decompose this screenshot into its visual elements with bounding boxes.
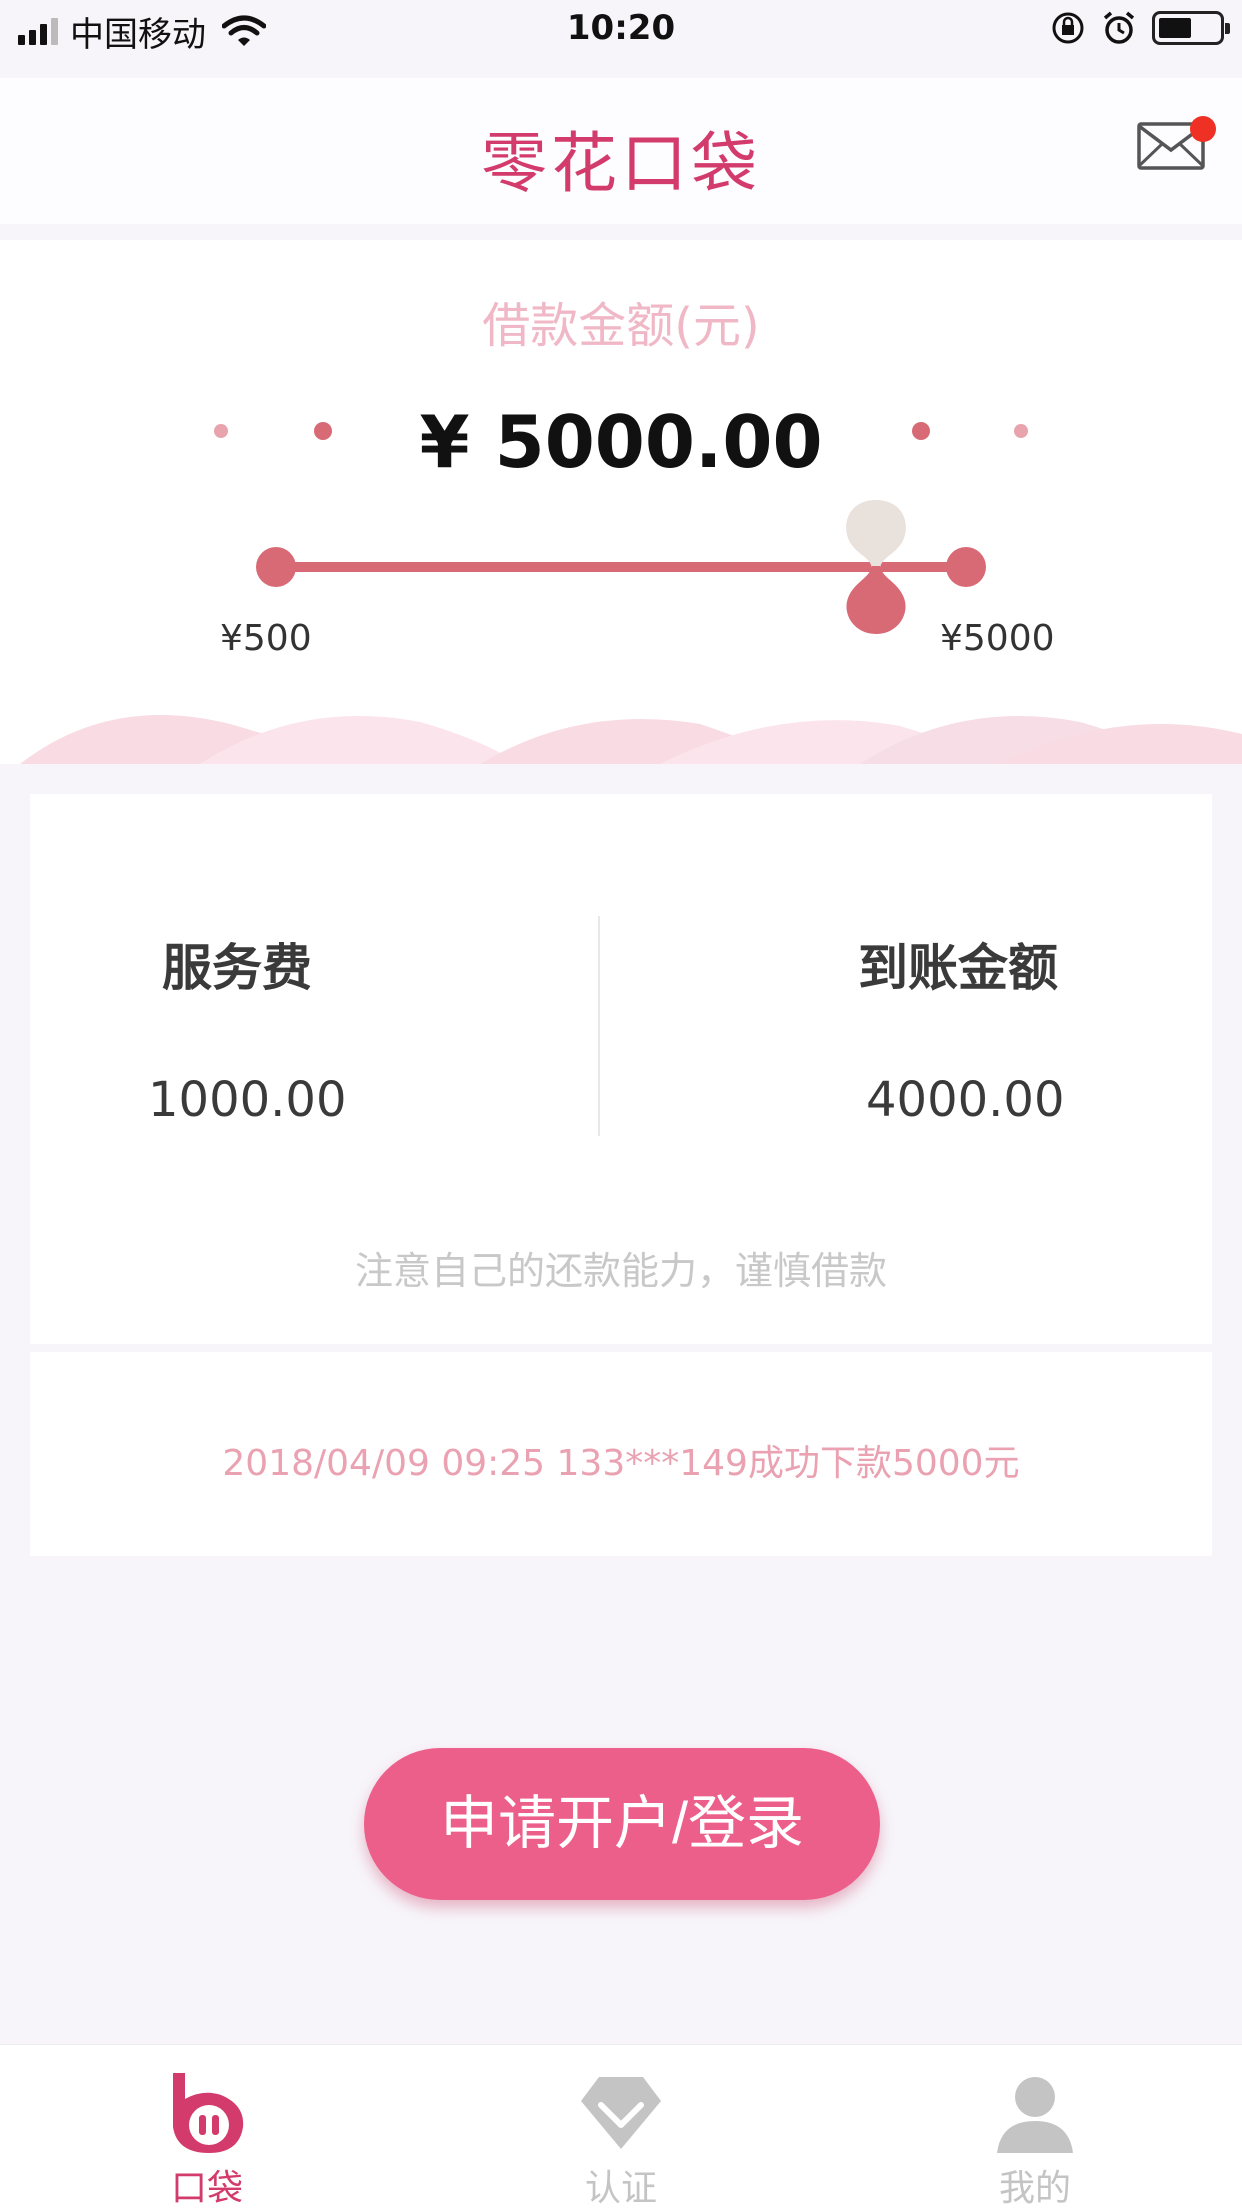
ticker-text: 2018/04/09 09:25 133***149成功下款5000元 (222, 1443, 1020, 1484)
loan-amount-label: 借款金额(元) (482, 298, 760, 354)
battery-icon (1152, 11, 1230, 45)
service-fee-value: 1000.00 (148, 1072, 347, 1128)
app-title: 零花口袋 (481, 125, 761, 202)
tab-verify-label: 认证 (584, 2168, 657, 2208)
user-icon (997, 2077, 1073, 2153)
received-amount-title: 到账金额 (858, 939, 1058, 997)
tab-pocket[interactable]: 口袋 (0, 2045, 414, 2208)
apply-login-button[interactable]: 申请开户/登录 (364, 1748, 880, 1900)
decor-dot (1014, 424, 1028, 438)
app-header: 零花口袋 (0, 78, 1242, 224)
alarm-icon (1103, 11, 1135, 44)
tab-bar: 口袋 认证 我的 (0, 2044, 1242, 2208)
slider-max-label: ¥5000 (940, 618, 1055, 659)
status-right (1050, 10, 1230, 46)
tab-pocket-label: 口袋 (170, 2168, 243, 2208)
decor-dot (912, 422, 930, 440)
status-bar: 中国移动 10:20 (0, 0, 1242, 62)
service-fee-title: 服务费 (162, 939, 312, 997)
slider-max-cap (946, 547, 986, 587)
tab-verify[interactable]: 认证 (414, 2045, 828, 2208)
received-amount-value: 4000.00 (866, 1072, 1065, 1128)
slider-min-label: ¥500 (220, 618, 312, 659)
slider-handle[interactable] (840, 498, 912, 638)
pocket-icon (173, 2073, 244, 2153)
fee-divider (598, 916, 600, 1136)
tab-mine[interactable]: 我的 (828, 2045, 1242, 2208)
diamond-icon (581, 2077, 661, 2149)
loan-ticker: 2018/04/09 09:25 133***149成功下款5000元 (30, 1352, 1212, 1556)
loan-panel: 借款金额(元) ¥ 5000.00 ¥500 ¥5000 (0, 240, 1242, 764)
loan-amount-value: ¥ 5000.00 (419, 400, 823, 484)
fee-card: 服务费 1000.00 到账金额 4000.00 注意自己的还款能力，谨慎借款 (30, 794, 1212, 1344)
borrow-notice: 注意自己的还款能力，谨慎借款 (354, 1249, 887, 1293)
tab-mine-label: 我的 (998, 2168, 1071, 2208)
slider-min-cap (256, 547, 296, 587)
unread-badge (1190, 116, 1216, 142)
orientation-lock-icon (1052, 12, 1084, 44)
decor-waves (20, 715, 1242, 764)
